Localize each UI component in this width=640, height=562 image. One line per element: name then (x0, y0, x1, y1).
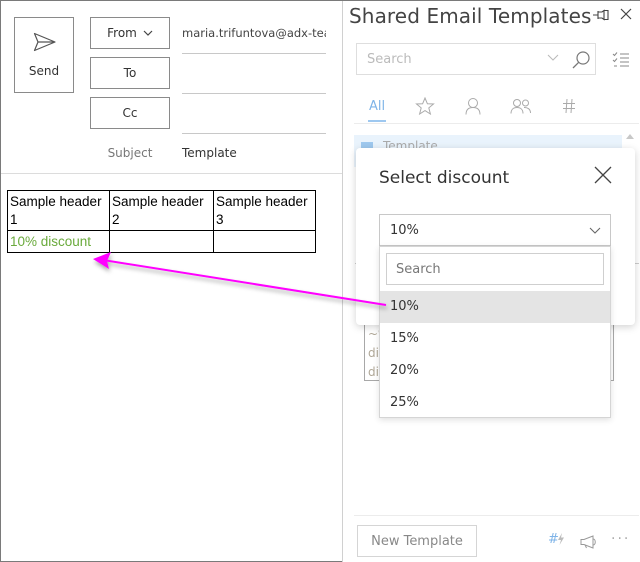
subject-field[interactable]: Template (182, 146, 237, 160)
cc-label: Cc (122, 106, 138, 120)
preview-text: di (368, 346, 379, 360)
table-header-row: Sample header 1 Sample header 2 Sample h… (7, 190, 316, 231)
dropdown-option[interactable]: 15% (380, 323, 610, 355)
tab-all[interactable]: All (367, 89, 387, 123)
discount-dropdown-list: Search 10% 15% 20% 25% (379, 246, 611, 418)
tabs-divider (354, 123, 639, 124)
cc-button[interactable]: Cc (90, 97, 170, 129)
dropdown-option[interactable]: 20% (380, 355, 610, 387)
message-table[interactable]: Sample header 1 Sample header 2 Sample h… (7, 190, 316, 253)
send-button[interactable]: Send (14, 17, 74, 93)
discount-select[interactable]: 10% (379, 214, 611, 246)
chevron-down-icon[interactable] (547, 54, 559, 62)
scroll-up-arrow[interactable] (626, 134, 634, 139)
search-icon[interactable] (571, 50, 591, 70)
search-placeholder: Search (396, 262, 441, 277)
more-options-button[interactable]: ··· (611, 531, 630, 547)
selected-value: 10% (390, 223, 419, 238)
table-header-cell[interactable]: Sample header 3 (213, 190, 316, 231)
dropdown-option[interactable]: 25% (380, 387, 610, 419)
to-button[interactable]: To (90, 57, 170, 89)
pin-icon[interactable] (592, 9, 610, 21)
footer-divider (354, 515, 639, 516)
chevron-down-icon (143, 30, 153, 36)
search-placeholder: Search (367, 52, 412, 67)
table-header-cell[interactable]: Sample header 2 (109, 190, 214, 231)
chevron-down-icon[interactable] (589, 227, 601, 234)
tab-hashtags[interactable] (559, 89, 579, 123)
dropdown-search-input[interactable]: Search (386, 253, 604, 285)
tab-favorites[interactable] (415, 89, 435, 123)
discount-cell[interactable]: 10% discount (7, 230, 110, 253)
to-label: To (123, 66, 137, 80)
tab-active-indicator (368, 120, 386, 122)
category-tabs: All (343, 89, 640, 123)
close-icon[interactable] (620, 8, 632, 20)
template-search-input[interactable]: Search (356, 43, 596, 75)
send-icon (33, 32, 56, 52)
hashtag-icon (563, 98, 575, 114)
person-icon (465, 98, 481, 115)
table-header-cell[interactable]: Sample header 1 (7, 190, 110, 231)
filter-list-icon[interactable] (612, 51, 630, 69)
dropdown-option[interactable]: 10% (380, 291, 610, 323)
cc-field[interactable] (182, 133, 326, 134)
window-frame: Send From maria.trifuntova@adx-team To C… (0, 0, 640, 562)
close-icon[interactable] (594, 166, 612, 184)
subject-label: Subject (107, 146, 153, 160)
panel-title: Shared Email Templates (349, 4, 592, 28)
new-template-button[interactable]: New Template (357, 525, 477, 557)
from-field[interactable]: maria.trifuntova@adx-team (182, 26, 326, 40)
from-button[interactable]: From (90, 17, 170, 49)
tab-my-templates[interactable] (463, 89, 483, 123)
send-label: Send (28, 64, 60, 78)
from-label: From (107, 26, 137, 40)
table-row: 10% discount (7, 230, 316, 253)
from-field-underline (182, 53, 326, 54)
preview-text: di (368, 365, 379, 379)
dialog-title: Select discount (379, 168, 510, 188)
compose-divider (1, 173, 342, 174)
to-field[interactable] (182, 93, 326, 94)
table-cell[interactable] (109, 230, 214, 253)
table-cell[interactable] (213, 230, 316, 253)
people-icon (510, 99, 531, 114)
star-icon (415, 97, 435, 115)
lightning-icon (558, 533, 564, 545)
compose-pane: Send From maria.trifuntova@adx-team To C… (1, 1, 342, 562)
tab-team-templates[interactable] (509, 89, 533, 123)
megaphone-icon[interactable] (580, 535, 598, 549)
